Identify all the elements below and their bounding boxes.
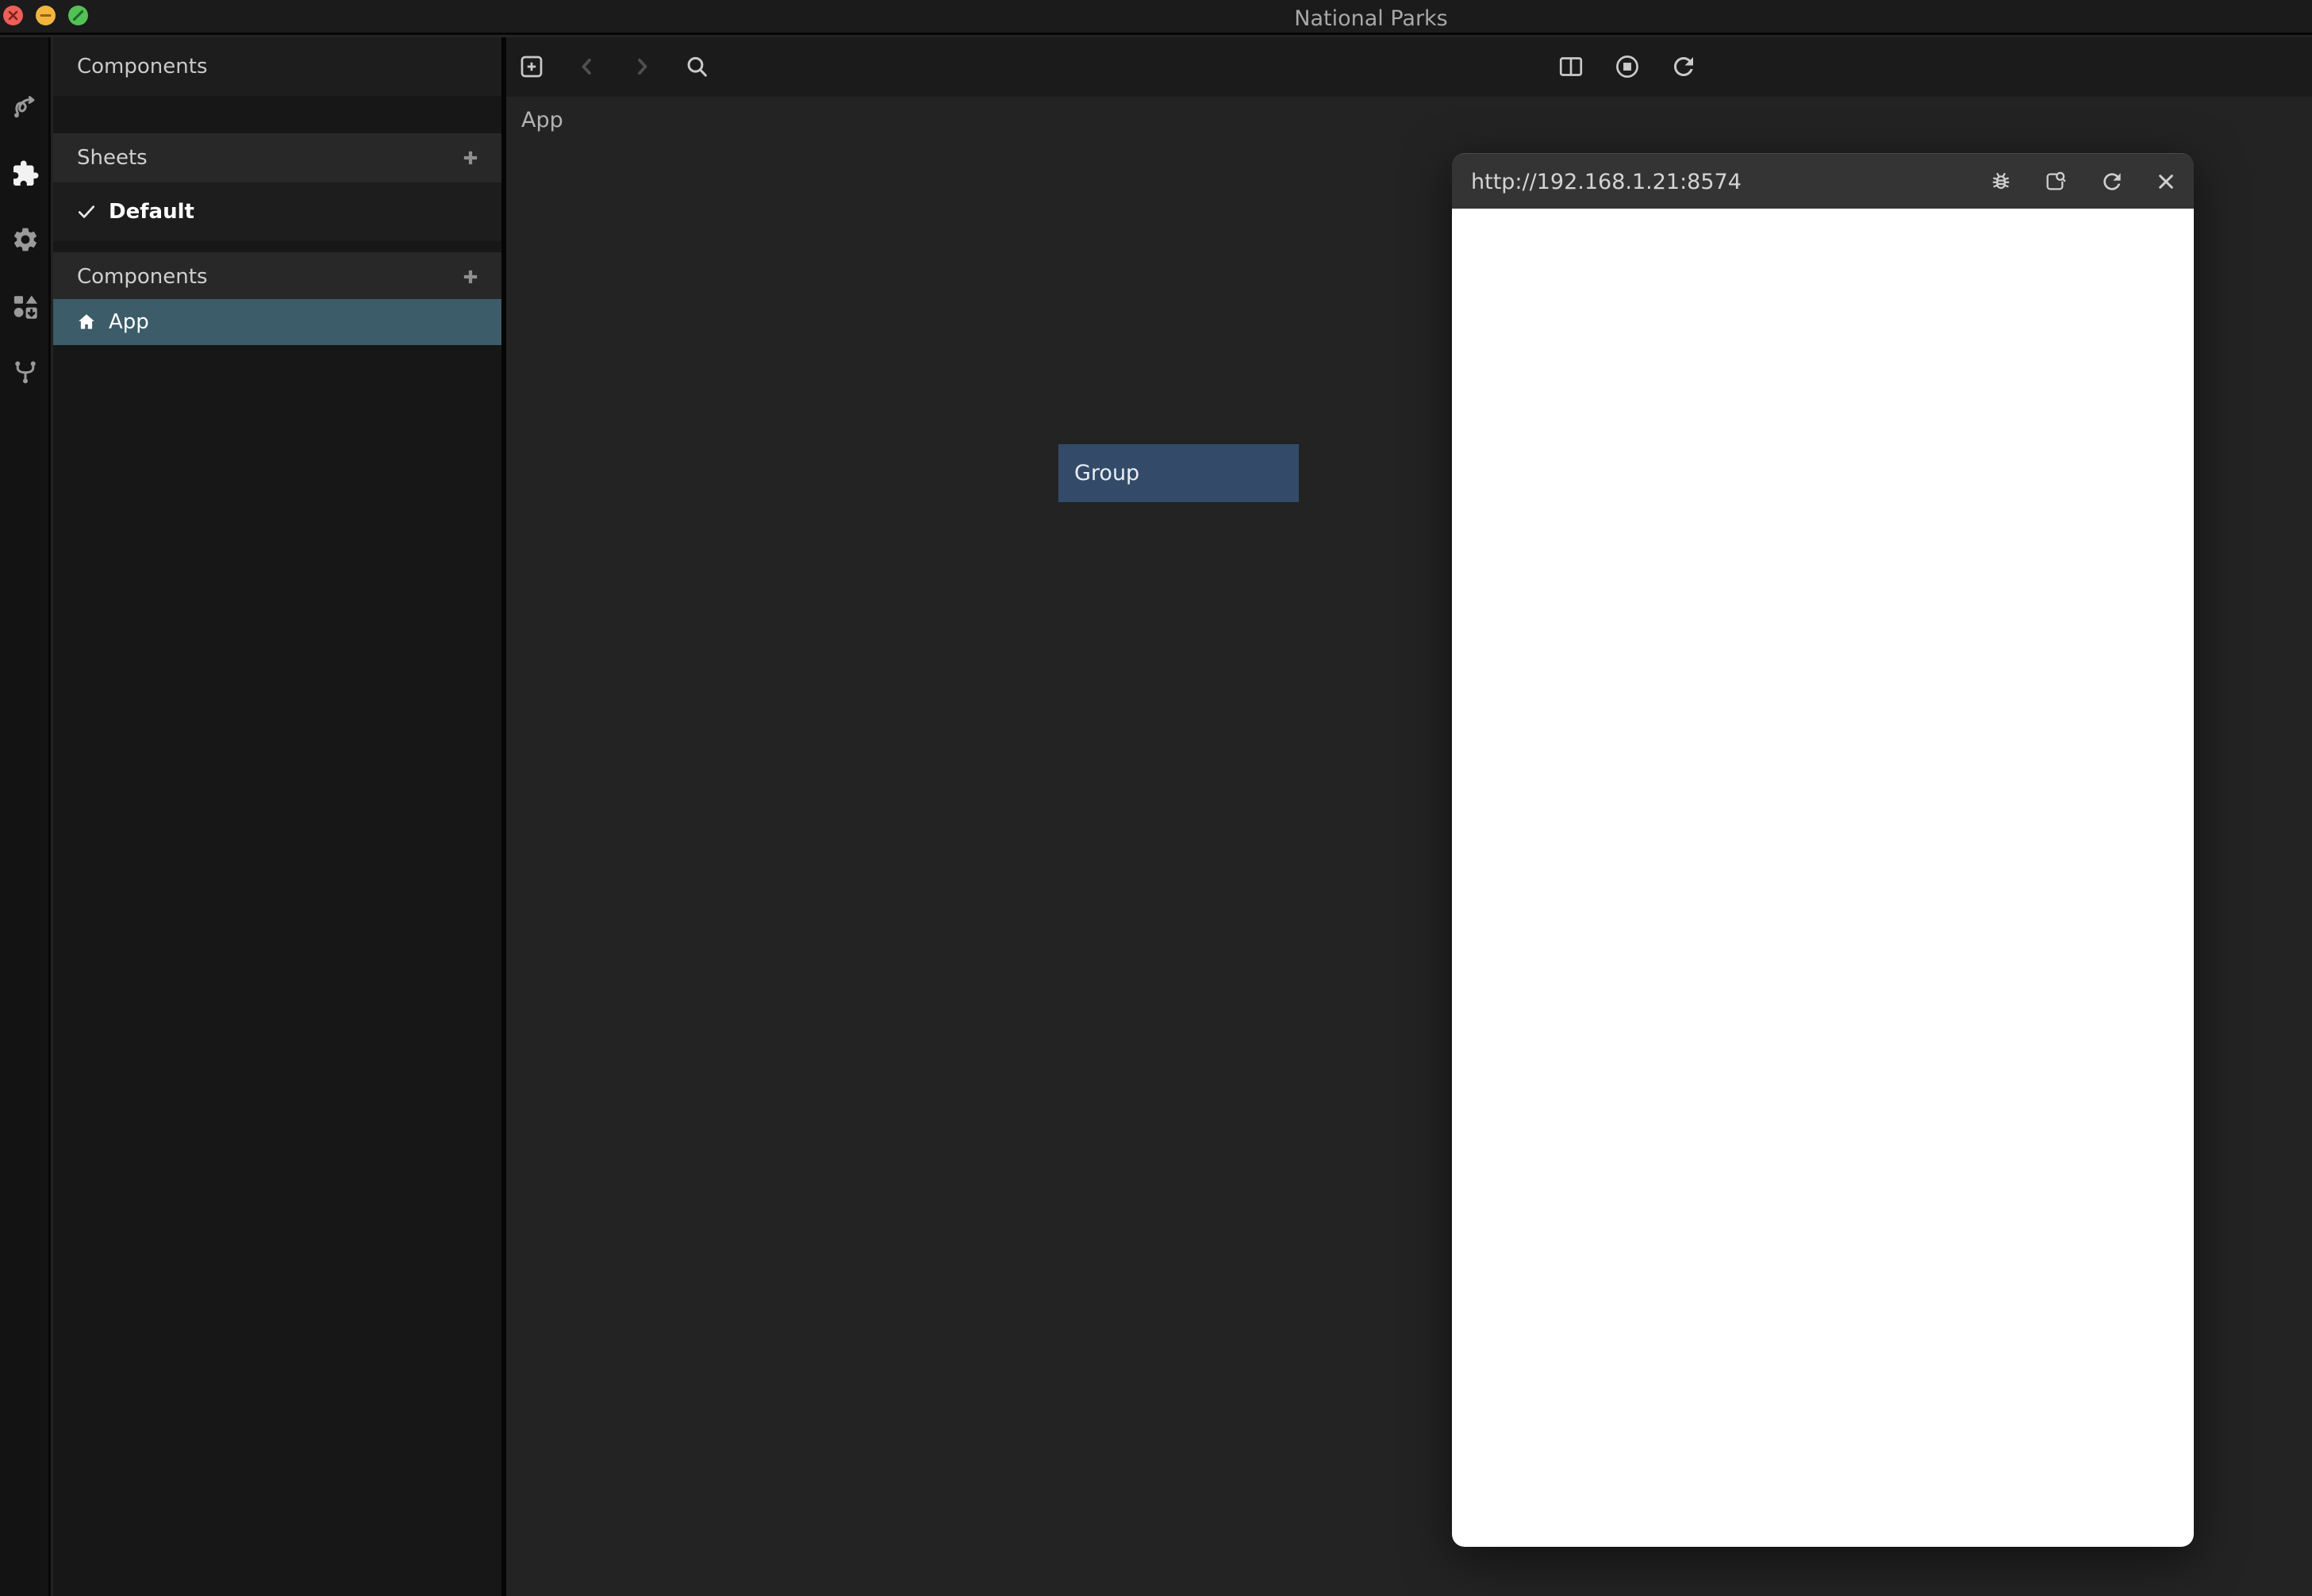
- split-columns-icon: [1557, 52, 1585, 81]
- reload-button[interactable]: [1669, 52, 1698, 81]
- close-window-button[interactable]: [3, 6, 23, 25]
- components-sidebar: Components Sheets Default Components: [53, 37, 501, 1596]
- activity-rail: [0, 37, 51, 1596]
- search-button[interactable]: [682, 52, 711, 81]
- rail-components-icon[interactable]: [11, 159, 40, 188]
- sheet-item-default[interactable]: Default: [53, 182, 501, 241]
- component-item-label: App: [109, 310, 149, 334]
- window-magnifier-icon: [2042, 169, 2068, 194]
- home-icon: [75, 311, 98, 333]
- preview-titlebar[interactable]: http://192.168.1.21:8574: [1452, 153, 2194, 209]
- add-sheet-button[interactable]: [459, 146, 482, 170]
- add-component-toolbar-button[interactable]: [517, 52, 546, 81]
- check-icon: [75, 201, 98, 223]
- refresh-icon: [2099, 169, 2125, 194]
- close-preview-button[interactable]: [2153, 169, 2179, 194]
- sidebar-panel-title: Components: [53, 37, 501, 96]
- editor-toolbar: [506, 37, 2312, 97]
- titlebar: National Parks: [0, 0, 2312, 35]
- refresh-icon: [1669, 52, 1698, 81]
- search-icon: [682, 52, 711, 81]
- chevron-left-icon: [573, 52, 601, 81]
- maximize-window-button[interactable]: [68, 6, 88, 25]
- close-icon: [2153, 169, 2179, 194]
- inspect-button[interactable]: [2042, 169, 2068, 194]
- app-window: { "titlebar": { "title": "National Parks…: [0, 0, 2312, 1596]
- rail-settings-icon[interactable]: [11, 225, 40, 254]
- window-controls: [3, 6, 88, 25]
- sheets-section-header: Sheets: [53, 133, 501, 182]
- plus-icon: [459, 146, 482, 170]
- close-icon: [3, 6, 23, 25]
- split-view-button[interactable]: [1557, 52, 1585, 81]
- minimize-window-button[interactable]: [36, 6, 56, 25]
- plus-square-icon: [517, 52, 546, 81]
- components-section-title: Components: [77, 265, 208, 289]
- add-component-button[interactable]: [459, 265, 482, 289]
- debug-button[interactable]: [1988, 169, 2014, 194]
- breadcrumb[interactable]: App: [521, 108, 563, 132]
- component-item-app[interactable]: App: [53, 299, 501, 345]
- group-element[interactable]: Group: [1058, 444, 1299, 502]
- bug-icon: [1988, 169, 2014, 194]
- minimize-icon: [36, 6, 56, 25]
- preview-content[interactable]: [1452, 209, 2194, 1547]
- rail-route-icon[interactable]: [11, 92, 40, 121]
- maximize-icon: [68, 6, 88, 25]
- components-section-header: Components: [53, 252, 501, 301]
- preview-window: http://192.168.1.21:8574: [1452, 153, 2194, 1547]
- group-element-label: Group: [1074, 461, 1139, 485]
- chevron-right-icon: [628, 52, 656, 81]
- preview-url: http://192.168.1.21:8574: [1471, 154, 1742, 209]
- navigate-forward-button[interactable]: [628, 52, 656, 81]
- stop-button[interactable]: [1613, 52, 1642, 81]
- plus-icon: [459, 265, 482, 289]
- refresh-preview-button[interactable]: [2099, 169, 2125, 194]
- rail-version-control-icon[interactable]: [11, 358, 40, 386]
- sheets-section-title: Sheets: [77, 146, 148, 170]
- rail-extensions-icon[interactable]: [11, 293, 40, 321]
- stop-icon: [1613, 52, 1642, 81]
- sheet-item-label: Default: [109, 200, 194, 224]
- navigate-back-button[interactable]: [573, 52, 601, 81]
- window-title: National Parks: [1294, 6, 1448, 31]
